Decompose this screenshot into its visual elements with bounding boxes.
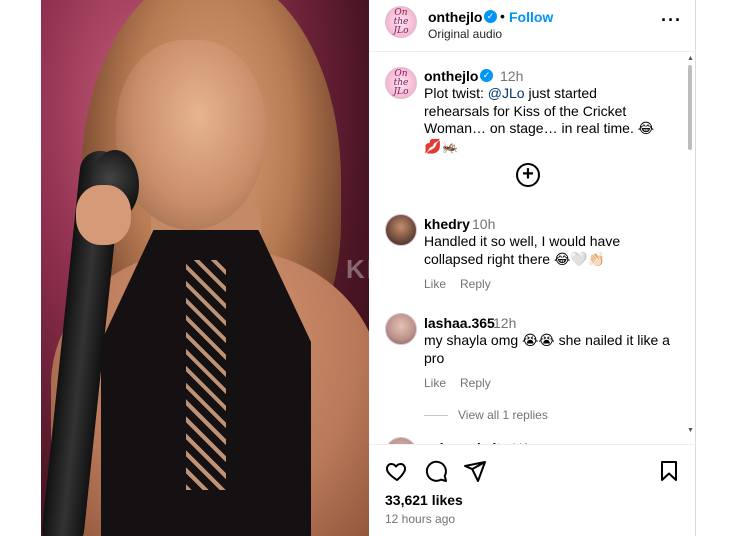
post-age[interactable]: 12 hours ago (385, 512, 455, 526)
commenter-avatar[interactable] (385, 437, 417, 444)
follow-button[interactable]: Follow (509, 9, 553, 25)
comment-actions: Like Reply (424, 277, 505, 291)
view-replies-link[interactable]: View all 1 replies (424, 408, 548, 422)
comment-timestamp[interactable]: 12h (493, 315, 516, 331)
comment-username[interactable]: lashaa.365 (424, 315, 495, 331)
comments-section[interactable]: On the JLo onthejlo ✓ 12h Plot twist: @J… (369, 53, 696, 444)
caption-text: Plot twist: @JLo just started rehearsals… (424, 85, 664, 155)
caption-username[interactable]: onthejlo (424, 68, 478, 84)
like-comment-button[interactable]: Like (424, 277, 446, 291)
hand-shape (76, 185, 131, 245)
likes-count[interactable]: 33,621 likes (385, 492, 463, 508)
comment-icon[interactable] (424, 459, 448, 483)
caption-mention-link[interactable]: @JLo (488, 85, 525, 101)
comment-actions: Like Reply (424, 376, 505, 390)
avatar-logo-text: On the JLo (393, 68, 409, 97)
like-comment-button[interactable]: Like (424, 376, 446, 390)
comment-text: Handled it so well, I would have collaps… (424, 233, 621, 267)
reply-comment-button[interactable]: Reply (460, 277, 491, 291)
verified-badge-icon: ✓ (484, 10, 497, 23)
lace-shape (186, 260, 226, 490)
watermark: KMA (346, 254, 369, 284)
commenter-avatar[interactable] (385, 313, 417, 345)
comments-scrollbar[interactable]: ▲ ▼ (687, 55, 694, 435)
post-actions-footer: 33,621 likes 12 hours ago (369, 444, 696, 536)
scroll-up-arrow-icon[interactable]: ▲ (687, 55, 694, 62)
replies-divider-line (424, 415, 448, 417)
scrollbar-thumb[interactable] (688, 65, 692, 150)
comment-text: my shayla omg 😭😭 she nailed it like a pr… (424, 332, 670, 366)
caption-author-avatar[interactable]: On the JLo (385, 67, 417, 99)
post-image[interactable]: KMA (41, 0, 369, 536)
face-shape (116, 40, 266, 230)
caption-text-before: Plot twist: (424, 85, 488, 101)
commenter-avatar[interactable] (385, 214, 417, 246)
plus-circle-icon[interactable]: + (516, 163, 540, 187)
post-side-panel: On the JLo onthejlo ✓ • Follow Original … (369, 0, 696, 536)
comment-username[interactable]: khedry (424, 216, 470, 232)
separator-dot: • (500, 8, 505, 24)
share-icon[interactable] (463, 459, 487, 483)
more-options-icon[interactable]: ··· (661, 10, 682, 31)
scroll-down-arrow-icon[interactable]: ▼ (687, 427, 694, 434)
audio-label[interactable]: Original audio (428, 27, 502, 41)
author-avatar[interactable]: On the JLo (385, 6, 417, 38)
heart-icon[interactable] (385, 459, 409, 483)
reply-comment-button[interactable]: Reply (460, 376, 491, 390)
comment-timestamp[interactable]: 10h (472, 216, 495, 232)
bookmark-icon[interactable] (657, 459, 681, 483)
author-username[interactable]: onthejlo (428, 9, 482, 25)
post-header: On the JLo onthejlo ✓ • Follow Original … (369, 0, 696, 52)
view-replies-text[interactable]: View all 1 replies (458, 408, 548, 422)
caption-timestamp[interactable]: 12h (500, 68, 523, 84)
avatar-logo-text: On the JLo (393, 7, 409, 36)
verified-badge-icon: ✓ (480, 69, 493, 82)
